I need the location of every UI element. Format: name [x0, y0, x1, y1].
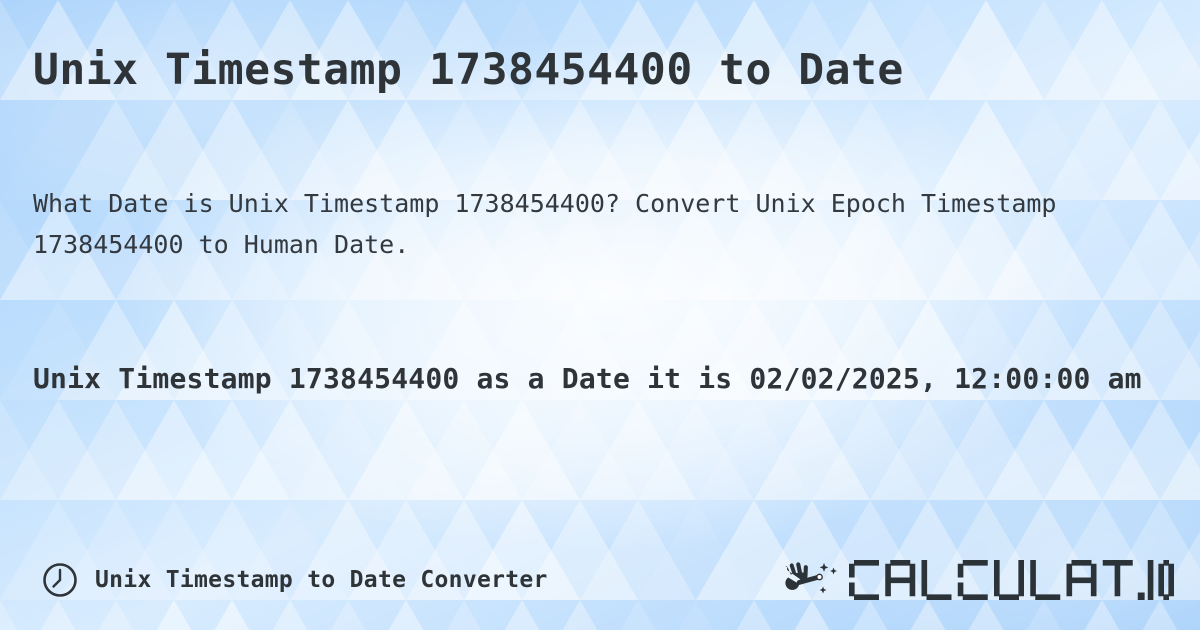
og-image-canvas: Unix Timestamp 1738454400 to Date What D…: [0, 0, 1200, 630]
page-description: What Date is Unix Timestamp 1738454400? …: [33, 189, 1057, 259]
page-title: Unix Timestamp 1738454400 to Date: [33, 45, 904, 95]
footer-left-group: Unix Timestamp to Date Converter: [42, 552, 548, 608]
brand-logo[interactable]: CALCULAT.IO: [778, 552, 1174, 608]
content-area: Unix Timestamp 1738454400 to Date What D…: [0, 0, 1200, 630]
footer: Unix Timestamp to Date Converter: [0, 552, 1200, 608]
magic-wand-icon: [785, 562, 837, 594]
clock-icon: [43, 563, 77, 597]
result-statement: Unix Timestamp 1738454400 as a Date it i…: [33, 362, 1142, 395]
brand-wordmark: CALCULAT.IO: [849, 560, 1174, 600]
footer-label: Unix Timestamp to Date Converter: [95, 567, 548, 593]
